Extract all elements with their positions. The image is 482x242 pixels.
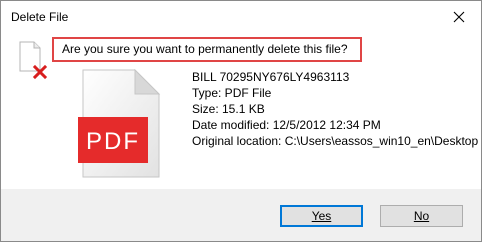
close-button[interactable] [437,1,481,32]
question-text: Are you sure you want to permanently del… [62,42,348,56]
file-type: Type: PDF File [192,86,272,100]
no-button-label: No [413,209,430,223]
yes-button[interactable]: Yes [280,205,363,227]
file-name: BILL 70295NY676LY4963113 [192,70,350,84]
window-title: Delete File [11,10,69,24]
file-details: BILL 70295NY676LY4963113 Type: PDF File … [192,69,478,149]
file-delete-icon [19,41,48,80]
title-bar[interactable]: Delete File [1,1,481,32]
close-icon [453,11,465,22]
delete-file-dialog: Delete File Are you sure you want to per… [0,0,482,242]
dialog-footer: Yes No [1,189,481,241]
pdf-file-icon: PDF [78,69,161,178]
file-size: Size: 15.1 KB [192,102,265,116]
pdf-icon-label: PDF [86,128,140,155]
question-highlight: Are you sure you want to permanently del… [52,37,362,62]
file-original-location: Original location: C:\Users\eassos_win10… [192,134,479,148]
no-button[interactable]: No [380,205,463,227]
file-date-modified: Date modified: 12/5/2012 12:34 PM [192,118,381,132]
yes-button-label: Yes [311,209,332,223]
